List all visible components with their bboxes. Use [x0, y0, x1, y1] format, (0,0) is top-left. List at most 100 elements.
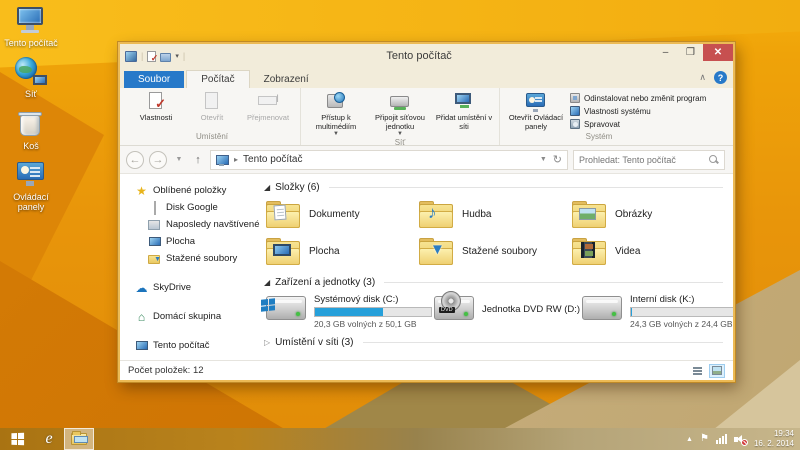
desktop-icon-label: Koš: [23, 141, 39, 151]
thumbnail-view-button[interactable]: [709, 364, 725, 378]
homegroup-icon: ⌂: [135, 311, 148, 323]
rename-button[interactable]: Přejmenovat: [240, 91, 296, 123]
qat-customize-chevron-icon[interactable]: ▾: [175, 52, 179, 60]
navigation-pane: ★ Oblíbené položky Disk Google Naposledy…: [120, 174, 252, 360]
manage-icon: [570, 119, 580, 129]
open-control-panel-button[interactable]: Otevřít Ovládací panely: [504, 91, 568, 131]
system-properties-button[interactable]: Vlastnosti systému: [570, 106, 706, 116]
taskbar-clock[interactable]: 19:34 16. 2. 2014: [754, 429, 794, 449]
drive-tiles: Systémový disk (C:) 20,3 GB volných z 50…: [264, 292, 723, 329]
folder-icon: [572, 201, 606, 228]
disk-usage-bar: [314, 307, 432, 317]
tab-view[interactable]: Zobrazení: [250, 71, 323, 88]
open-button[interactable]: Otevřít: [184, 91, 240, 123]
new-folder-qat-icon[interactable]: [160, 53, 171, 62]
network-signal-icon[interactable]: [716, 434, 727, 444]
drive-c[interactable]: Systémový disk (C:) 20,3 GB volných z 50…: [264, 292, 432, 329]
desktop-icon-recycle-bin[interactable]: Koš: [4, 109, 58, 151]
drive-dvd[interactable]: DVD Jednotka DVD RW (D:): [432, 292, 580, 329]
search-input[interactable]: [579, 155, 709, 165]
back-button[interactable]: ←: [126, 151, 144, 169]
system-menu-icon[interactable]: [125, 51, 137, 62]
taskbar-file-explorer[interactable]: [64, 428, 94, 450]
action-center-flag-icon[interactable]: ⚑: [700, 434, 709, 444]
media-access-button[interactable]: Přístup k multimédiím▼: [305, 91, 367, 138]
folder-documents[interactable]: Dokumenty: [264, 196, 417, 233]
status-bar: Počet položek: 12: [120, 360, 733, 380]
minimize-button[interactable]: –: [653, 44, 678, 61]
folder-pictures[interactable]: Obrázky: [570, 196, 723, 233]
folder-music[interactable]: ♪ Hudba: [417, 196, 570, 233]
close-button[interactable]: ✕: [703, 44, 733, 61]
map-network-drive-button[interactable]: Připojit síťovou jednotku▼: [367, 91, 433, 138]
collapse-triangle-icon[interactable]: ◢: [264, 278, 270, 287]
folder-videos[interactable]: Videa: [570, 233, 723, 270]
sidebar-item-google-drive[interactable]: Disk Google: [120, 199, 252, 216]
sidebar-item-homegroup[interactable]: ⌂ Domácí skupina: [120, 308, 252, 325]
sidebar-item-downloads[interactable]: Stažené soubory: [120, 250, 252, 267]
section-header-folders[interactable]: ◢ Složky (6): [264, 182, 723, 193]
recent-locations-chevron-icon[interactable]: ▼: [172, 156, 186, 163]
up-button[interactable]: ↑: [191, 154, 205, 166]
tab-computer[interactable]: Počítač: [186, 70, 249, 88]
system-tray: ▲ ⚑ 19:34 16. 2. 2014: [686, 429, 800, 449]
rename-icon: [257, 92, 279, 112]
manage-button[interactable]: Spravovat: [570, 119, 706, 129]
taskbar-internet-explorer[interactable]: e: [34, 428, 64, 450]
folder-downloads[interactable]: ▼ Stažené soubory: [417, 233, 570, 270]
search-box[interactable]: [573, 150, 725, 170]
internal-drive-icon: [582, 296, 622, 320]
uninstall-icon: [570, 93, 580, 103]
sidebar-item-this-pc[interactable]: Tento počítač: [120, 337, 252, 354]
sidebar-item-desktop[interactable]: Plocha: [120, 233, 252, 250]
expand-triangle-icon[interactable]: ▷: [264, 338, 270, 347]
forward-button[interactable]: →: [149, 151, 167, 169]
collapse-triangle-icon[interactable]: ◢: [264, 183, 270, 192]
tab-file[interactable]: Soubor: [124, 71, 184, 88]
section-header-network-locations[interactable]: ▷ Umístění v síti (3): [264, 337, 723, 348]
uninstall-program-button[interactable]: Odinstalovat nebo změnit program: [570, 93, 706, 103]
explorer-main: ★ Oblíbené položky Disk Google Naposledy…: [120, 174, 733, 360]
maximize-button[interactable]: ❐: [678, 44, 703, 61]
address-box[interactable]: ▸ Tento počítač ▼ ↻: [210, 150, 568, 170]
properties-qat-icon[interactable]: [147, 51, 156, 62]
ribbon: Vlastnosti Otevřít Přejmenovat Umístění: [120, 88, 733, 146]
address-bar: ← → ▼ ↑ ▸ Tento počítač ▼ ↻: [120, 146, 733, 174]
sidebar-item-skydrive[interactable]: ☁ SkyDrive: [120, 279, 252, 296]
desktop-icon-network[interactable]: Síť: [4, 57, 58, 99]
favorites-star-icon: ★: [135, 185, 148, 197]
refresh-icon[interactable]: ↻: [553, 153, 562, 166]
desktop-icon-label: Ovládací panely: [4, 192, 58, 213]
properties-button[interactable]: Vlastnosti: [128, 91, 184, 123]
folder-desktop[interactable]: Plocha: [264, 233, 417, 270]
section-header-devices[interactable]: ◢ Zařízení a jednotky (3): [264, 277, 723, 288]
add-network-location-button[interactable]: Přidat umístění v síti: [433, 91, 495, 131]
skydrive-cloud-icon: ☁: [135, 282, 148, 294]
breadcrumb[interactable]: Tento počítač: [243, 154, 302, 165]
chevron-down-icon: ▼: [333, 131, 339, 138]
sidebar-item-recent-places[interactable]: Naposledy navštívené: [120, 216, 252, 233]
help-icon[interactable]: ?: [714, 71, 727, 84]
ribbon-group-location: Vlastnosti Otevřít Přejmenovat Umístění: [124, 88, 301, 145]
clock-time: 19:34: [774, 429, 794, 439]
folder-icon: ♪: [419, 201, 453, 228]
disk-usage-bar: [630, 307, 733, 317]
address-dropdown-icon[interactable]: ▼: [540, 156, 547, 163]
show-hidden-icons-chevron[interactable]: ▲: [686, 436, 693, 443]
computer-icon: [14, 6, 48, 36]
explorer-window: | ▾ | Tento počítač – ❐ ✕ Soubor Počítač…: [118, 42, 735, 382]
this-pc-sidebar-icon: [135, 340, 148, 352]
folder-icon: ▼: [419, 238, 453, 265]
start-button[interactable]: [0, 428, 34, 450]
drive-k[interactable]: Interní disk (K:) 24,3 GB volných z 24,4…: [580, 292, 733, 329]
details-view-button[interactable]: [689, 364, 705, 378]
desktop-icon-control-panel[interactable]: Ovládací panely: [4, 160, 58, 213]
volume-muted-icon[interactable]: [734, 434, 747, 445]
taskbar: e ▲ ⚑ 19:34 16. 2. 2014: [0, 428, 800, 450]
minimize-ribbon-icon[interactable]: ∧: [699, 72, 706, 83]
desktop-icon-this-pc[interactable]: Tento počítač: [4, 6, 58, 48]
sidebar-item-favorites[interactable]: ★ Oblíbené položky: [120, 182, 252, 199]
ribbon-group-system: Otevřít Ovládací panely Odinstalovat neb…: [500, 88, 733, 145]
desktop-icon-label: Síť: [25, 89, 37, 99]
title-bar: | ▾ | Tento počítač – ❐ ✕: [120, 44, 733, 68]
